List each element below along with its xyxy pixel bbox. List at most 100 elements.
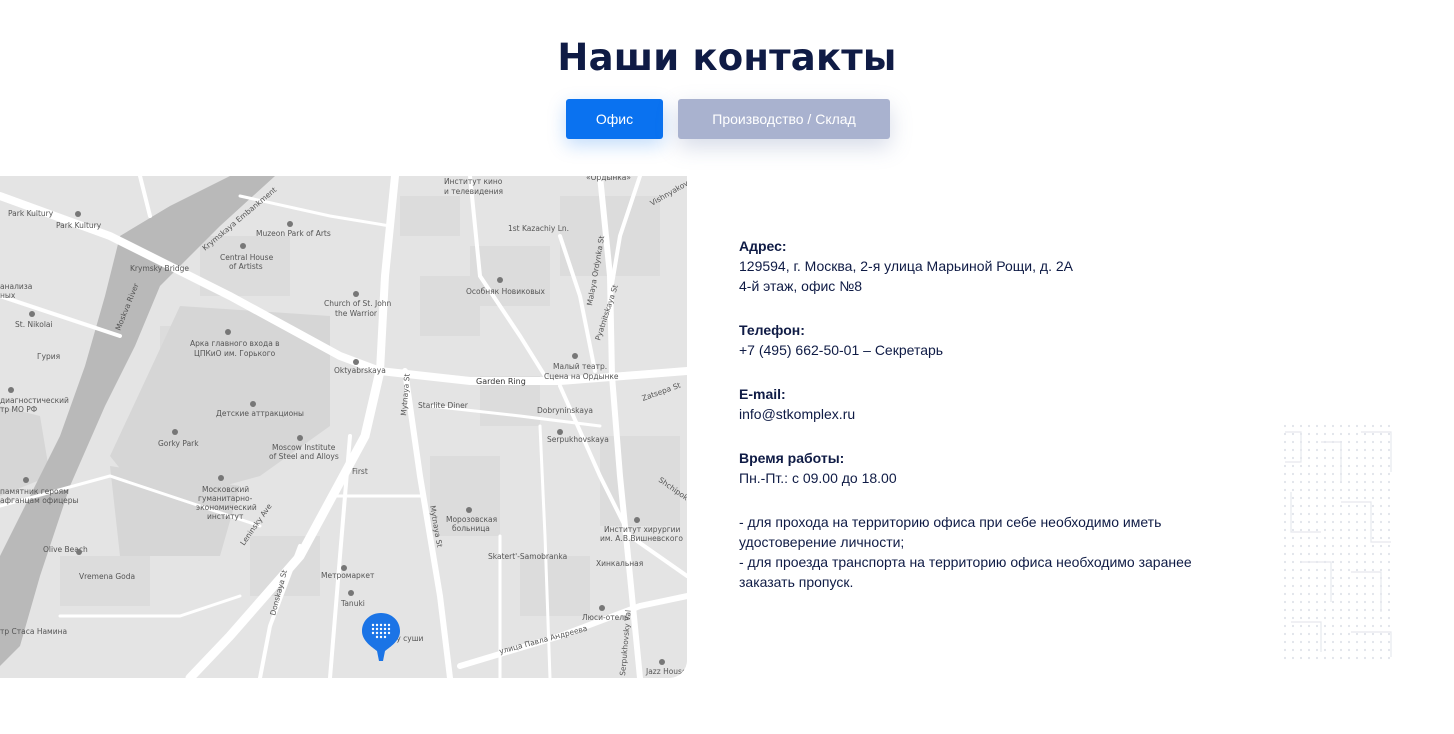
pattern-dot: [1387, 488, 1391, 492]
pattern-dot: [1363, 616, 1367, 620]
pattern-dot: [1339, 608, 1343, 612]
pattern-dot: [1291, 520, 1295, 524]
pattern-dot: [1283, 472, 1287, 476]
pattern-dot: [1283, 528, 1287, 532]
pattern-dot: [1307, 456, 1311, 460]
tab-office[interactable]: Офис: [566, 99, 663, 139]
hours-block: Время работы: Пн.-Пт.: с 09.00 до 18.00: [739, 448, 1229, 488]
pattern-dot: [1315, 544, 1319, 548]
svg-text:диагностический: диагностический: [0, 396, 69, 405]
pattern-dot: [1355, 656, 1359, 660]
pattern-dot: [1363, 440, 1367, 444]
pattern-dot: [1315, 488, 1319, 492]
pattern-dot: [1363, 488, 1367, 492]
pattern-dot: [1355, 448, 1359, 452]
pattern-dot: [1339, 528, 1343, 532]
hours-value: Пн.-Пт.: с 09.00 до 18.00: [739, 470, 897, 486]
location-pin-icon[interactable]: [360, 611, 402, 663]
svg-text:Tanuki: Tanuki: [340, 599, 365, 608]
pattern-dot: [1307, 488, 1311, 492]
pattern-dot: [1315, 592, 1319, 596]
pattern-dot: [1283, 640, 1287, 644]
email-value[interactable]: info@stkomplex.ru: [739, 404, 1229, 424]
pattern-dot: [1307, 480, 1311, 484]
pattern-dot: [1331, 424, 1335, 428]
pattern-dot: [1331, 536, 1335, 540]
pattern-dot: [1387, 592, 1391, 596]
pattern-dot: [1323, 584, 1327, 588]
svg-text:St. Nikolai: St. Nikolai: [15, 320, 53, 329]
pattern-dot: [1323, 648, 1327, 652]
svg-text:Park Kultury: Park Kultury: [8, 209, 54, 218]
pattern-dot: [1291, 496, 1295, 500]
phone-value[interactable]: +7 (495) 662-50-01 – Секретарь: [739, 340, 1229, 360]
pattern-dot: [1355, 520, 1359, 524]
pattern-dot: [1347, 560, 1351, 564]
address-line-2: 4-й этаж, офис №8: [739, 278, 862, 294]
pattern-dot: [1283, 600, 1287, 604]
phone-block: Телефон: +7 (495) 662-50-01 – Секретарь: [739, 320, 1229, 360]
svg-text:и телевидения: и телевидения: [444, 187, 503, 196]
svg-text:анализа: анализа: [0, 282, 32, 291]
pattern-dot: [1347, 648, 1351, 652]
pattern-dot: [1387, 504, 1391, 508]
pattern-dot: [1307, 464, 1311, 468]
pattern-dot: [1387, 528, 1391, 532]
pattern-dot: [1339, 520, 1343, 524]
map[interactable]: Park Kultury Park Kultury Krymsky Bridge…: [0, 176, 687, 678]
pattern-dot: [1291, 592, 1295, 596]
pattern-dot: [1307, 656, 1311, 660]
pattern-dot: [1291, 632, 1295, 636]
pattern-dot: [1299, 624, 1303, 628]
svg-text:the Warrior: the Warrior: [335, 309, 378, 318]
pattern-dot: [1355, 584, 1359, 588]
pattern-dot: [1339, 560, 1343, 564]
pattern-dot: [1355, 496, 1359, 500]
pattern-dot: [1363, 560, 1367, 564]
pattern-dot: [1355, 616, 1359, 620]
pattern-dot: [1307, 624, 1311, 628]
pattern-dot: [1291, 448, 1295, 452]
pattern-dot: [1331, 432, 1335, 436]
pattern-dot: [1307, 520, 1311, 524]
pattern-dot: [1299, 536, 1303, 540]
pattern-dot: [1347, 656, 1351, 660]
pattern-dot: [1323, 472, 1327, 476]
svg-text:Vremena Goda: Vremena Goda: [79, 572, 135, 581]
pattern-dot: [1371, 576, 1375, 580]
pattern-dot: [1283, 456, 1287, 460]
pattern-dot: [1291, 504, 1295, 508]
pattern-dot: [1347, 600, 1351, 604]
pattern-dot: [1371, 624, 1375, 628]
pattern-dot: [1283, 568, 1287, 572]
pattern-dot: [1371, 472, 1375, 476]
address-block: Адрес: 129594, г. Москва, 2-я улица Марь…: [739, 236, 1229, 296]
pattern-dot: [1387, 424, 1391, 428]
pattern-dot: [1307, 648, 1311, 652]
pattern-dot: [1323, 544, 1327, 548]
pattern-dot: [1379, 560, 1383, 564]
pattern-dot: [1307, 544, 1311, 548]
pattern-dot: [1347, 528, 1351, 532]
pattern-dot: [1307, 424, 1311, 428]
pattern-dot: [1323, 432, 1327, 436]
svg-text:памятник героям: памятник героям: [0, 487, 69, 496]
pattern-dot: [1299, 576, 1303, 580]
pattern-dot: [1379, 552, 1383, 556]
pattern-dot: [1315, 552, 1319, 556]
pattern-dot: [1387, 640, 1391, 644]
tab-production-warehouse[interactable]: Производство / Склад: [678, 99, 890, 139]
pattern-dot: [1387, 496, 1391, 500]
pattern-dot: [1371, 480, 1375, 484]
pattern-dot: [1299, 552, 1303, 556]
pattern-dot: [1307, 448, 1311, 452]
pattern-dot: [1379, 528, 1383, 532]
pattern-dot: [1299, 616, 1303, 620]
pattern-dot: [1331, 600, 1335, 604]
pattern-dot: [1315, 640, 1319, 644]
pattern-dot: [1331, 640, 1335, 644]
pattern-dot: [1371, 584, 1375, 588]
pattern-dot: [1363, 512, 1367, 516]
pattern-dot: [1363, 576, 1367, 580]
address-line-1: 129594, г. Москва, 2-я улица Марьиной Ро…: [739, 258, 1073, 274]
